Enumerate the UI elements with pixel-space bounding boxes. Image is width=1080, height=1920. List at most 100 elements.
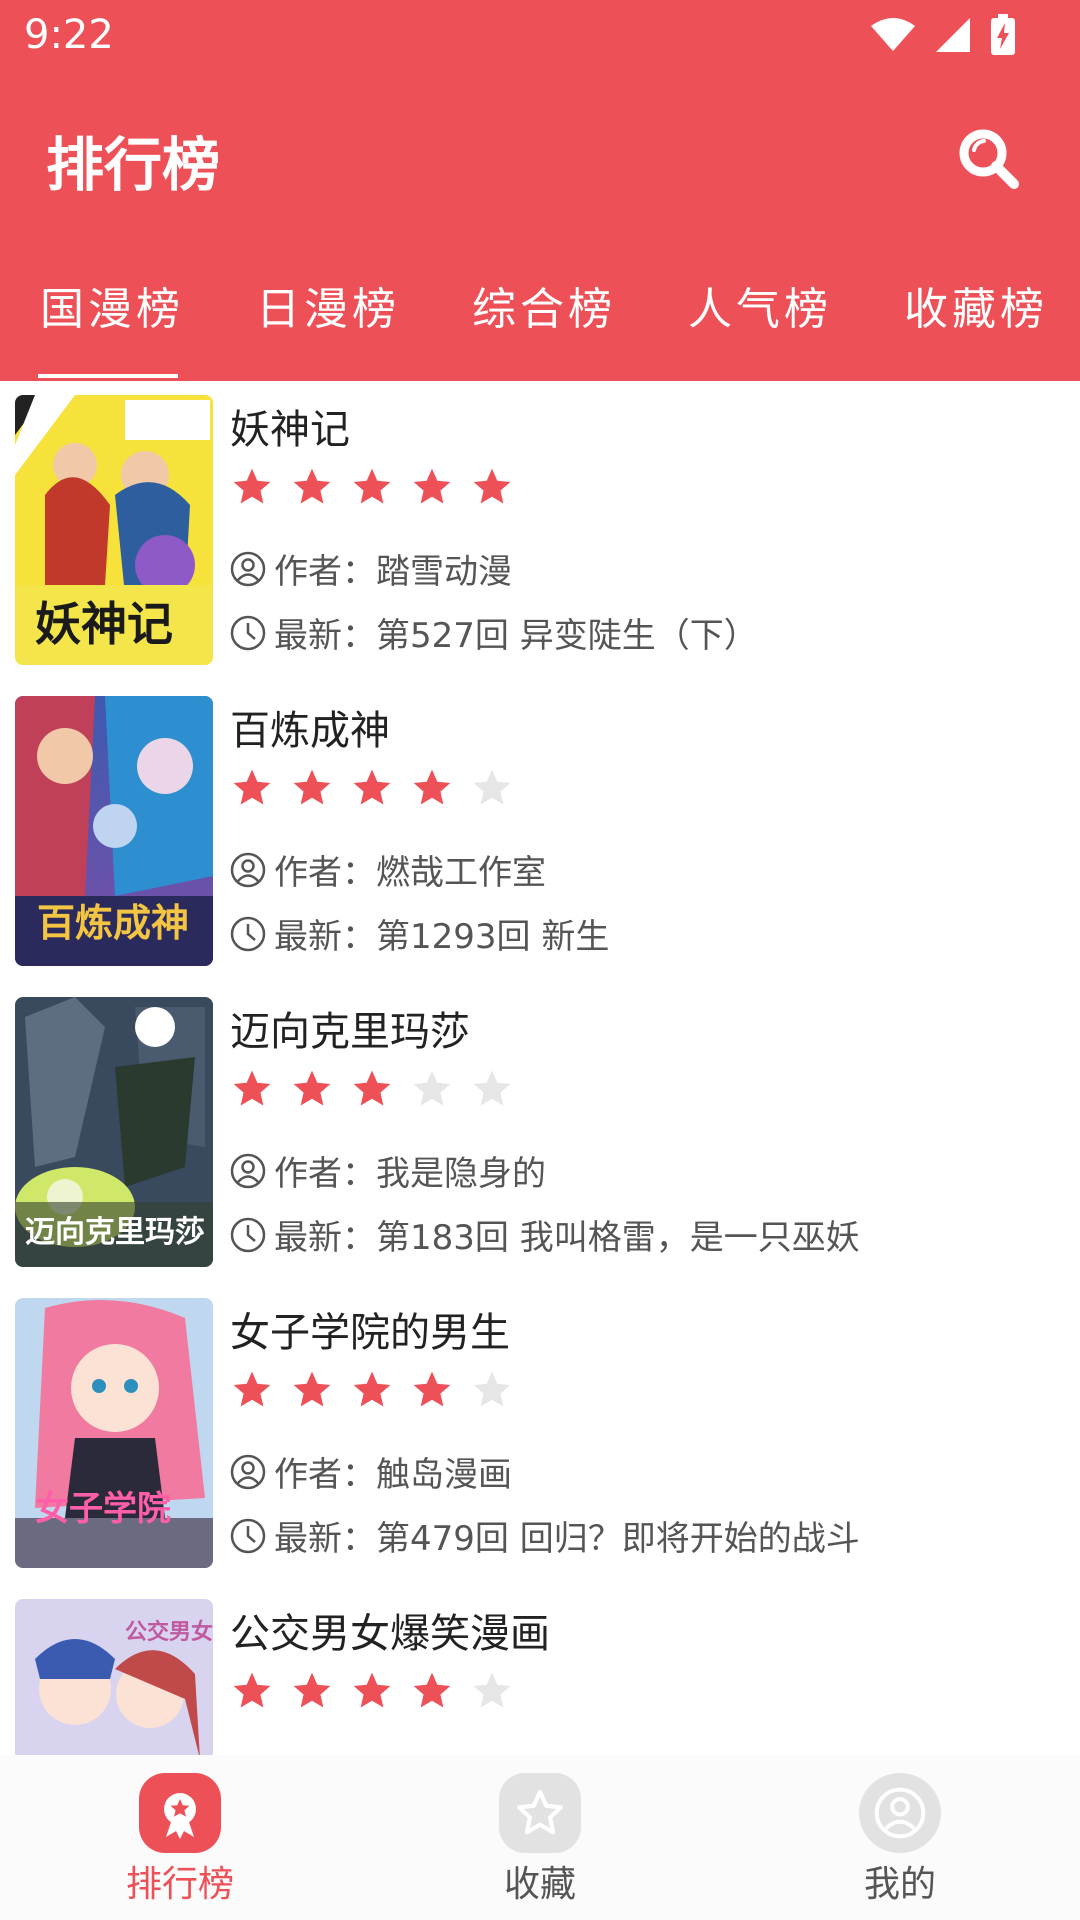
star-icon <box>413 1371 451 1407</box>
star-icon <box>293 1672 331 1708</box>
star-icon <box>233 1070 271 1106</box>
nav-profile[interactable]: 我的 <box>800 1773 1000 1907</box>
ranking-tabs: 国漫榜 日漫榜 综合榜 人气榜 收藏榜 <box>0 270 1080 381</box>
comic-cover[interactable]: 妖神记 <box>15 395 213 665</box>
comic-cover[interactable]: 女子学院 <box>15 1298 213 1568</box>
ranking-icon <box>139 1773 221 1853</box>
bottom-nav: 排行榜 收藏 我的 <box>0 1755 1080 1920</box>
rating-stars <box>230 465 514 509</box>
author-text: 作者：我是隐身的 <box>274 1154 546 1194</box>
comic-cover[interactable]: 百炼成神 <box>15 696 213 966</box>
star-icon <box>413 769 451 805</box>
user-icon <box>230 1454 266 1489</box>
user-icon <box>230 1153 266 1188</box>
latest-chapter-text: 最新：第479回 回归？即将开始的战斗 <box>274 1519 860 1559</box>
star-icon <box>353 1672 391 1708</box>
clock-icon <box>230 615 266 650</box>
list-item[interactable]: 迈向克里玛莎 迈向克里玛莎 作者：我是隐身的 最新：第183回 我叫格雷，是一只… <box>0 983 1080 1283</box>
list-item[interactable]: 妖神记 妖神记 作者：踏雪动漫 最新：第527回 异变陡生（下） <box>0 381 1080 681</box>
clock-icon <box>230 916 266 951</box>
tab-shoucang[interactable]: 收藏榜 <box>904 270 1048 350</box>
cover-image: 公交男女 <box>15 1599 213 1755</box>
comic-title: 迈向克里玛莎 <box>230 1009 470 1055</box>
author-text: 作者：燃哉工作室 <box>274 853 546 893</box>
star-icon <box>413 1672 451 1708</box>
rating-stars <box>230 1368 514 1412</box>
tab-riman[interactable]: 日漫榜 <box>256 270 400 350</box>
tab-indicator <box>38 374 178 378</box>
rating-stars <box>230 766 514 810</box>
status-time: 9:22 <box>24 12 114 58</box>
cover-image: 妖神记 <box>15 395 213 665</box>
star-icon <box>353 468 391 504</box>
svg-text:妖神记: 妖神记 <box>35 597 173 651</box>
star-icon <box>233 468 271 504</box>
wifi-icon <box>871 18 915 51</box>
author-row: 作者：触岛漫画 <box>230 1447 512 1496</box>
cover-image: 女子学院 <box>15 1298 213 1568</box>
star-empty-icon <box>473 1672 511 1708</box>
author-row: 作者：我是隐身的 <box>230 1146 546 1195</box>
latest-chapter-text: 最新：第527回 异变陡生（下） <box>274 616 758 656</box>
clock-icon <box>230 1518 266 1553</box>
star-icon <box>413 468 451 504</box>
cover-image: 迈向克里玛莎 <box>15 997 213 1267</box>
comic-title: 公交男女爆笑漫画 <box>230 1611 550 1657</box>
search-icon <box>959 129 1019 189</box>
author-text: 作者：触岛漫画 <box>274 1455 512 1495</box>
search-button[interactable] <box>956 126 1020 190</box>
nav-ranking[interactable]: 排行榜 <box>80 1773 280 1907</box>
svg-text:公交男女: 公交男女 <box>125 1619 213 1645</box>
star-empty-icon <box>413 1070 451 1106</box>
user-icon <box>859 1773 941 1853</box>
star-icon <box>499 1773 581 1853</box>
svg-text:女子学院: 女子学院 <box>35 1489 171 1529</box>
svg-text:迈向克里玛莎: 迈向克里玛莎 <box>25 1215 205 1250</box>
rating-stars <box>230 1669 514 1713</box>
star-empty-icon <box>473 1070 511 1106</box>
tab-renqi[interactable]: 人气榜 <box>688 270 832 350</box>
nav-label: 排行榜 <box>125 1864 234 1905</box>
latest-row: 最新：第479回 回归？即将开始的战斗 <box>230 1511 860 1560</box>
list-item[interactable]: 女子学院 女子学院的男生 作者：触岛漫画 最新：第479回 回归？即将开始的战斗 <box>0 1284 1080 1584</box>
list-item[interactable]: 公交男女 公交男女爆笑漫画 <box>0 1585 1080 1755</box>
latest-chapter-text: 最新：第1293回 新生 <box>274 917 610 957</box>
page-title: 排行榜 <box>46 131 221 199</box>
author-row: 作者：踏雪动漫 <box>230 544 512 593</box>
star-icon <box>353 1070 391 1106</box>
latest-row: 最新：第183回 我叫格雷，是一只巫妖 <box>230 1210 860 1259</box>
author-text: 作者：踏雪动漫 <box>274 552 512 592</box>
star-icon <box>233 1672 271 1708</box>
star-icon <box>293 468 331 504</box>
latest-row: 最新：第1293回 新生 <box>230 909 609 958</box>
author-row: 作者：燃哉工作室 <box>230 845 546 894</box>
signal-icon <box>936 18 970 52</box>
star-icon <box>293 1371 331 1407</box>
status-icons <box>870 14 1016 56</box>
clock-icon <box>230 1217 266 1252</box>
nav-favorites[interactable]: 收藏 <box>440 1773 640 1907</box>
tab-zonghe[interactable]: 综合榜 <box>472 270 616 350</box>
comic-list: 妖神记 妖神记 作者：踏雪动漫 最新：第527回 异变陡生（下） 百炼成神 百炼… <box>0 381 1080 1755</box>
comic-cover[interactable]: 公交男女 <box>15 1599 213 1755</box>
user-icon <box>230 551 266 586</box>
star-empty-icon <box>473 1371 511 1407</box>
comic-title: 妖神记 <box>230 407 350 453</box>
comic-cover[interactable]: 迈向克里玛莎 <box>15 997 213 1267</box>
battery-charging-icon <box>991 14 1015 55</box>
star-icon <box>353 1371 391 1407</box>
rating-stars <box>230 1067 514 1111</box>
latest-row: 最新：第527回 异变陡生（下） <box>230 608 758 657</box>
app-header: 9:22 排行榜 国漫榜 日漫榜 综合榜 人气榜 收藏榜 <box>0 0 1080 381</box>
nav-label: 收藏 <box>503 1864 576 1905</box>
nav-label: 我的 <box>863 1864 936 1905</box>
svg-text:百炼成神: 百炼成神 <box>37 900 189 945</box>
star-icon <box>353 769 391 805</box>
star-icon <box>233 769 271 805</box>
comic-title: 女子学院的男生 <box>230 1310 510 1356</box>
star-empty-icon <box>473 769 511 805</box>
tab-guoman[interactable]: 国漫榜 <box>40 270 184 350</box>
latest-chapter-text: 最新：第183回 我叫格雷，是一只巫妖 <box>274 1218 860 1258</box>
list-item[interactable]: 百炼成神 百炼成神 作者：燃哉工作室 最新：第1293回 新生 <box>0 682 1080 982</box>
status-bar: 9:22 <box>0 0 1080 72</box>
